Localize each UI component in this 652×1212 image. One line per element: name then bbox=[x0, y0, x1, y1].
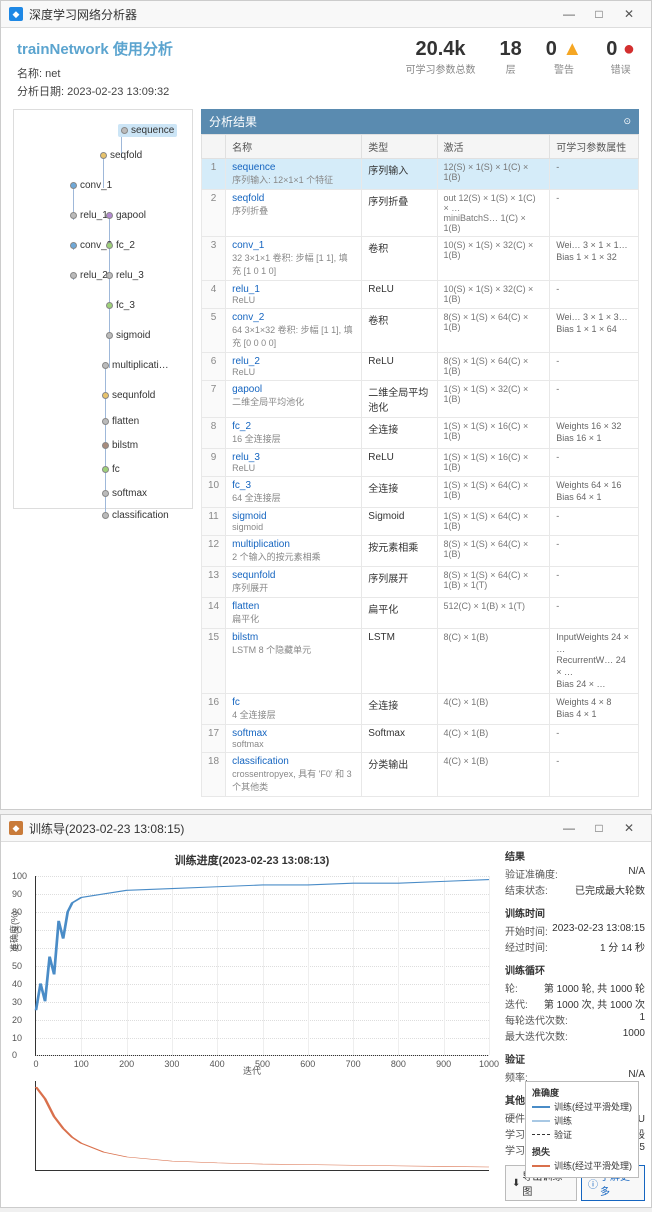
table-row[interactable]: 12multiplication2 个输入的按元素相乘按元素相乘8(S) × 1… bbox=[202, 536, 639, 567]
legend-title: 准确度 bbox=[532, 1088, 559, 1098]
graph-node[interactable]: sequnfold bbox=[102, 390, 155, 401]
collapse-icon[interactable]: ⊙ bbox=[623, 116, 631, 127]
minimize-button[interactable]: — bbox=[555, 819, 583, 837]
graph-node[interactable]: sigmoid bbox=[106, 330, 150, 341]
col-idx[interactable] bbox=[202, 135, 226, 159]
titlebar: ◆ 深度学习网络分析器 — □ ✕ bbox=[1, 1, 651, 28]
graph-node[interactable]: fc bbox=[102, 464, 120, 475]
table-row[interactable]: 2seqfold序列折叠序列折叠out 12(S) × 1(S) × 1(C) … bbox=[202, 190, 639, 237]
maximize-button[interactable]: □ bbox=[585, 819, 613, 837]
col-learn[interactable]: 可学习参数属性 bbox=[550, 135, 639, 159]
info-section: 结果验证准确度:N/A结束状态:已完成最大轮数 bbox=[505, 848, 645, 897]
table-row[interactable]: 11sigmoidsigmoidSigmoid1(S) × 1(S) × 64(… bbox=[202, 508, 639, 536]
graph-node[interactable]: flatten bbox=[102, 416, 139, 427]
graph-node[interactable]: relu_3 bbox=[106, 270, 144, 281]
legend-box: 准确度 训练(经过平滑处理)训练验证 损失 训练(经过平滑处理) bbox=[525, 1081, 639, 1178]
date-label: 分析日期: bbox=[17, 86, 64, 98]
stat-layers-label: 层 bbox=[499, 61, 521, 76]
close-button[interactable]: ✕ bbox=[615, 819, 643, 837]
table-row[interactable]: 17softmaxsoftmaxSoftmax4(C) × 1(B)- bbox=[202, 725, 639, 753]
window-title: 深度学习网络分析器 bbox=[29, 6, 555, 23]
stat-params-value: 20.4k bbox=[405, 38, 475, 61]
table-row[interactable]: 8fc_216 全连接层全连接1(S) × 1(S) × 16(C) × 1(B… bbox=[202, 418, 639, 449]
stats-row: 20.4k可学习参数总数 18层 0 ▲警告 0 ●错误 bbox=[405, 38, 635, 76]
close-button[interactable]: ✕ bbox=[615, 5, 643, 23]
header: trainNetwork 使用分析 名称: net 分析日期: 2023-02-… bbox=[1, 28, 651, 109]
graph-panel[interactable]: sequenceseqfoldconv_1relu_1gapoolconv_2f… bbox=[13, 109, 193, 509]
name-label: 名称: bbox=[17, 68, 42, 80]
graph-node[interactable]: relu_1 bbox=[70, 210, 108, 221]
warning-icon: ▲ bbox=[562, 38, 582, 60]
layers-table: 名称 类型 激活 可学习参数属性 1sequence序列输入: 12×1×1 个… bbox=[201, 134, 639, 797]
graph-node[interactable]: sequence bbox=[118, 124, 177, 137]
maximize-button[interactable]: □ bbox=[585, 5, 613, 23]
graph-node[interactable]: multiplicati… bbox=[102, 360, 169, 371]
graph-node[interactable]: fc_2 bbox=[106, 240, 135, 251]
table-row[interactable]: 1sequence序列输入: 12×1×1 个特征序列输入12(S) × 1(S… bbox=[202, 159, 639, 190]
titlebar-2: ◆ 训练导(2023-02-23 13:08:15) — □ ✕ bbox=[1, 815, 651, 842]
app-icon: ◆ bbox=[9, 821, 23, 835]
table-row[interactable]: 10fc_364 全连接层全连接1(S) × 1(S) × 64(C) × 1(… bbox=[202, 477, 639, 508]
info-section: 验证频率:N/A bbox=[505, 1051, 645, 1084]
table-row[interactable]: 15bilstmLSTM 8 个隐藏单元LSTM8(C) × 1(B)Input… bbox=[202, 629, 639, 694]
window-title-2: 训练导(2023-02-23 13:08:15) bbox=[29, 820, 555, 837]
col-type[interactable]: 类型 bbox=[362, 135, 437, 159]
graph-node[interactable]: conv_1 bbox=[70, 180, 112, 191]
table-row[interactable]: 7gapool二维全局平均池化二维全局平均池化1(S) × 1(S) × 32(… bbox=[202, 381, 639, 418]
graph-node[interactable]: seqfold bbox=[100, 150, 142, 161]
stat-warn-value: 0 bbox=[546, 38, 557, 60]
table-panel: 分析结果 ⊙ 名称 类型 激活 可学习参数属性 1sequence序列输入: 1… bbox=[201, 109, 639, 797]
graph-node[interactable]: softmax bbox=[102, 488, 147, 499]
export-icon: ⬇ bbox=[512, 1178, 520, 1189]
graph-node[interactable]: gapool bbox=[106, 210, 146, 221]
col-name[interactable]: 名称 bbox=[226, 135, 362, 159]
graph-node[interactable]: relu_2 bbox=[70, 270, 108, 281]
col-act[interactable]: 激活 bbox=[437, 135, 550, 159]
stat-err-label: 错误 bbox=[606, 61, 635, 76]
graph-node[interactable]: classification bbox=[102, 510, 169, 521]
analysis-date: 2023-02-23 13:09:32 bbox=[67, 86, 169, 98]
network-name: net bbox=[45, 68, 60, 80]
stat-err-value: 0 bbox=[606, 38, 617, 60]
table-row[interactable]: 4relu_1ReLUReLU10(S) × 1(S) × 32(C) × 1(… bbox=[202, 281, 639, 309]
stat-layers-value: 18 bbox=[499, 38, 521, 61]
table-row[interactable]: 3conv_132 3×1×1 卷积: 步幅 [1 1], 填充 [1 0 1 … bbox=[202, 237, 639, 281]
minimize-button[interactable]: — bbox=[555, 5, 583, 23]
page-title: trainNetwork 使用分析 bbox=[17, 38, 173, 59]
accuracy-chart[interactable]: 准确度(%) 010203040506070809010001002003004… bbox=[35, 876, 489, 1056]
table-row[interactable]: 9relu_3ReLUReLU1(S) × 1(S) × 16(C) × 1(B… bbox=[202, 449, 639, 477]
table-row[interactable]: 5conv_264 3×1×32 卷积: 步幅 [1 1], 填充 [0 0 0… bbox=[202, 309, 639, 353]
table-row[interactable]: 14flatten扁平化扁平化512(C) × 1(B) × 1(T)- bbox=[202, 598, 639, 629]
legend-title-loss: 损失 bbox=[532, 1147, 550, 1157]
training-progress-window: ◆ 训练导(2023-02-23 13:08:15) — □ ✕ 训练进度(20… bbox=[0, 814, 652, 1208]
graph-node[interactable]: fc_3 bbox=[106, 300, 135, 311]
table-row[interactable]: 6relu_2ReLUReLU8(S) × 1(S) × 64(C) × 1(B… bbox=[202, 353, 639, 381]
table-title: 分析结果 bbox=[209, 113, 257, 130]
error-icon: ● bbox=[623, 38, 635, 60]
loss-chart[interactable]: 准确度 训练(经过平滑处理)训练验证 损失 训练(经过平滑处理) bbox=[35, 1081, 489, 1171]
stat-warn-label: 警告 bbox=[546, 61, 582, 76]
info-section: 训练时间开始时间:2023-02-23 13:08:15经过时间:1 分 14 … bbox=[505, 905, 645, 954]
network-analyzer-window: ◆ 深度学习网络分析器 — □ ✕ trainNetwork 使用分析 名称: … bbox=[0, 0, 652, 810]
table-row[interactable]: 16fc4 全连接层全连接4(C) × 1(B)Weights 4 × 8Bia… bbox=[202, 694, 639, 725]
stat-params-label: 可学习参数总数 bbox=[405, 61, 475, 76]
app-icon: ◆ bbox=[9, 7, 23, 21]
graph-node[interactable]: bilstm bbox=[102, 440, 138, 451]
info-section: 训练循环轮:第 1000 轮, 共 1000 轮迭代:第 1000 次, 共 1… bbox=[505, 962, 645, 1043]
table-row[interactable]: 18classificationcrossentropyex, 具有 'F0' … bbox=[202, 753, 639, 797]
table-row[interactable]: 13sequnfold序列展开序列展开8(S) × 1(S) × 64(C) ×… bbox=[202, 567, 639, 598]
table-header: 分析结果 ⊙ bbox=[201, 109, 639, 134]
chart-title: 训练进度(2023-02-23 13:08:13) bbox=[7, 848, 497, 872]
